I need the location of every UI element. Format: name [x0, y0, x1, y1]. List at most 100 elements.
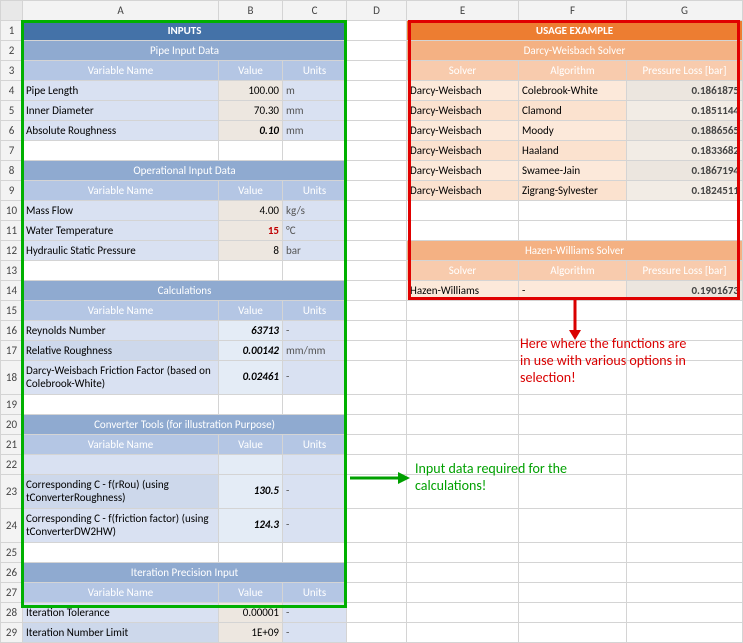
cell-B3[interactable]: Value [219, 61, 283, 81]
cell-F9[interactable]: Zigrang-Sylvester [519, 181, 627, 201]
cell-F6[interactable]: Moody [519, 121, 627, 141]
cell-A10[interactable]: Mass Flow [23, 201, 219, 221]
row-28[interactable]: 28Iteration Tolerance0.00001- [1, 603, 743, 623]
cell-C25[interactable] [283, 543, 347, 563]
row-header-27[interactable]: 27 [1, 583, 23, 603]
row-1[interactable]: 1INPUTSUSAGE EXAMPLE [1, 21, 743, 41]
cell-G24[interactable] [627, 509, 743, 543]
cell-C19[interactable] [283, 395, 347, 415]
row-11[interactable]: 11Water Temperature15°C [1, 221, 743, 241]
cell-G28[interactable] [627, 603, 743, 623]
cell-C5[interactable]: mm [283, 101, 347, 121]
row-header-29[interactable]: 29 [1, 623, 23, 643]
row-header-10[interactable]: 10 [1, 201, 23, 221]
cell-B13[interactable] [219, 261, 283, 281]
row-header-22[interactable]: 22 [1, 455, 23, 475]
cell-A8[interactable]: Operational Input Data [23, 161, 347, 181]
cell-F4[interactable]: Colebrook-White [519, 81, 627, 101]
cell-E25[interactable] [407, 543, 519, 563]
cell-G6[interactable]: 0.1886565 [627, 121, 743, 141]
cell-D29[interactable] [347, 623, 407, 643]
cell-D25[interactable] [347, 543, 407, 563]
cell-F3[interactable]: Algorithm [519, 61, 627, 81]
cell-G16[interactable] [627, 321, 743, 341]
cell-D22[interactable] [347, 455, 407, 475]
cell-D14[interactable] [347, 281, 407, 301]
select-all[interactable] [1, 1, 23, 21]
row-2[interactable]: 2Pipe Input DataDarcy-Weisbach Solver [1, 41, 743, 61]
row-8[interactable]: 8Operational Input DataDarcy-WeisbachSwa… [1, 161, 743, 181]
cell-B11[interactable]: 15 [219, 221, 283, 241]
cell-A9[interactable]: Variable Name [23, 181, 219, 201]
cell-C15[interactable]: Units [283, 301, 347, 321]
cell-F23[interactable] [519, 475, 627, 509]
row-header-8[interactable]: 8 [1, 161, 23, 181]
cell-F21[interactable] [519, 435, 627, 455]
cell-A17[interactable]: Relative Roughness [23, 341, 219, 361]
row-header-23[interactable]: 23 [1, 475, 23, 509]
cell-G23[interactable] [627, 475, 743, 509]
row-12[interactable]: 12Hydraulic Static Pressure8barHazen-Wil… [1, 241, 743, 261]
cell-A12[interactable]: Hydraulic Static Pressure [23, 241, 219, 261]
row-16[interactable]: 16Reynolds Number63713- [1, 321, 743, 341]
cell-E7[interactable]: Darcy-Weisbach [407, 141, 519, 161]
cell-B22[interactable] [219, 455, 283, 475]
cell-E13[interactable]: Solver [407, 261, 519, 281]
cell-B5[interactable]: 70.30 [219, 101, 283, 121]
cell-D20[interactable] [347, 415, 407, 435]
cell-A29[interactable]: Iteration Number Limit [23, 623, 219, 643]
cell-A16[interactable]: Reynolds Number [23, 321, 219, 341]
cell-B6[interactable]: 0.10 [219, 121, 283, 141]
cell-C29[interactable]: - [283, 623, 347, 643]
cell-D26[interactable] [347, 563, 407, 583]
cell-A22[interactable] [23, 455, 219, 475]
cell-G20[interactable] [627, 415, 743, 435]
cell-G9[interactable]: 0.1824511 [627, 181, 743, 201]
cell-G25[interactable] [627, 543, 743, 563]
cell-G10[interactable] [627, 201, 743, 221]
row-header-19[interactable]: 19 [1, 395, 23, 415]
cell-E26[interactable] [407, 563, 519, 583]
cell-D11[interactable] [347, 221, 407, 241]
cell-G11[interactable] [627, 221, 743, 241]
cell-E5[interactable]: Darcy-Weisbach [407, 101, 519, 121]
row-header-5[interactable]: 5 [1, 101, 23, 121]
cell-G7[interactable]: 0.1833682 [627, 141, 743, 161]
cell-C21[interactable]: Units [283, 435, 347, 455]
row-29[interactable]: 29Iteration Number Limit1E+09- [1, 623, 743, 643]
cell-F11[interactable] [519, 221, 627, 241]
row-header-6[interactable]: 6 [1, 121, 23, 141]
row-17[interactable]: 17Relative Roughness0.00142mm/mm [1, 341, 743, 361]
cell-C24[interactable]: - [283, 509, 347, 543]
cell-E16[interactable] [407, 321, 519, 341]
cell-E6[interactable]: Darcy-Weisbach [407, 121, 519, 141]
row-header-21[interactable]: 21 [1, 435, 23, 455]
cell-E19[interactable] [407, 395, 519, 415]
cell-E1[interactable]: USAGE EXAMPLE [407, 21, 743, 41]
col-C[interactable]: C [283, 1, 347, 21]
cell-A3[interactable]: Variable Name [23, 61, 219, 81]
row-3[interactable]: 3Variable NameValueUnitsSolverAlgorithmP… [1, 61, 743, 81]
cell-F13[interactable]: Algorithm [519, 261, 627, 281]
cell-B24[interactable]: 124.3 [219, 509, 283, 543]
cell-A19[interactable] [23, 395, 219, 415]
cell-C16[interactable]: - [283, 321, 347, 341]
row-header-20[interactable]: 20 [1, 415, 23, 435]
col-header-row[interactable]: A B C D E F G [1, 1, 743, 21]
row-9[interactable]: 9Variable NameValueUnitsDarcy-WeisbachZi… [1, 181, 743, 201]
cell-D10[interactable] [347, 201, 407, 221]
cell-C10[interactable]: kg/s [283, 201, 347, 221]
cell-D3[interactable] [347, 61, 407, 81]
cell-B25[interactable] [219, 543, 283, 563]
cell-D27[interactable] [347, 583, 407, 603]
cell-A7[interactable] [23, 141, 219, 161]
cell-A25[interactable] [23, 543, 219, 563]
cell-E4[interactable]: Darcy-Weisbach [407, 81, 519, 101]
col-G[interactable]: G [627, 1, 743, 21]
cell-B7[interactable] [219, 141, 283, 161]
cell-C28[interactable]: - [283, 603, 347, 623]
cell-B15[interactable]: Value [219, 301, 283, 321]
row-header-24[interactable]: 24 [1, 509, 23, 543]
row-header-16[interactable]: 16 [1, 321, 23, 341]
cell-A2[interactable]: Pipe Input Data [23, 41, 347, 61]
